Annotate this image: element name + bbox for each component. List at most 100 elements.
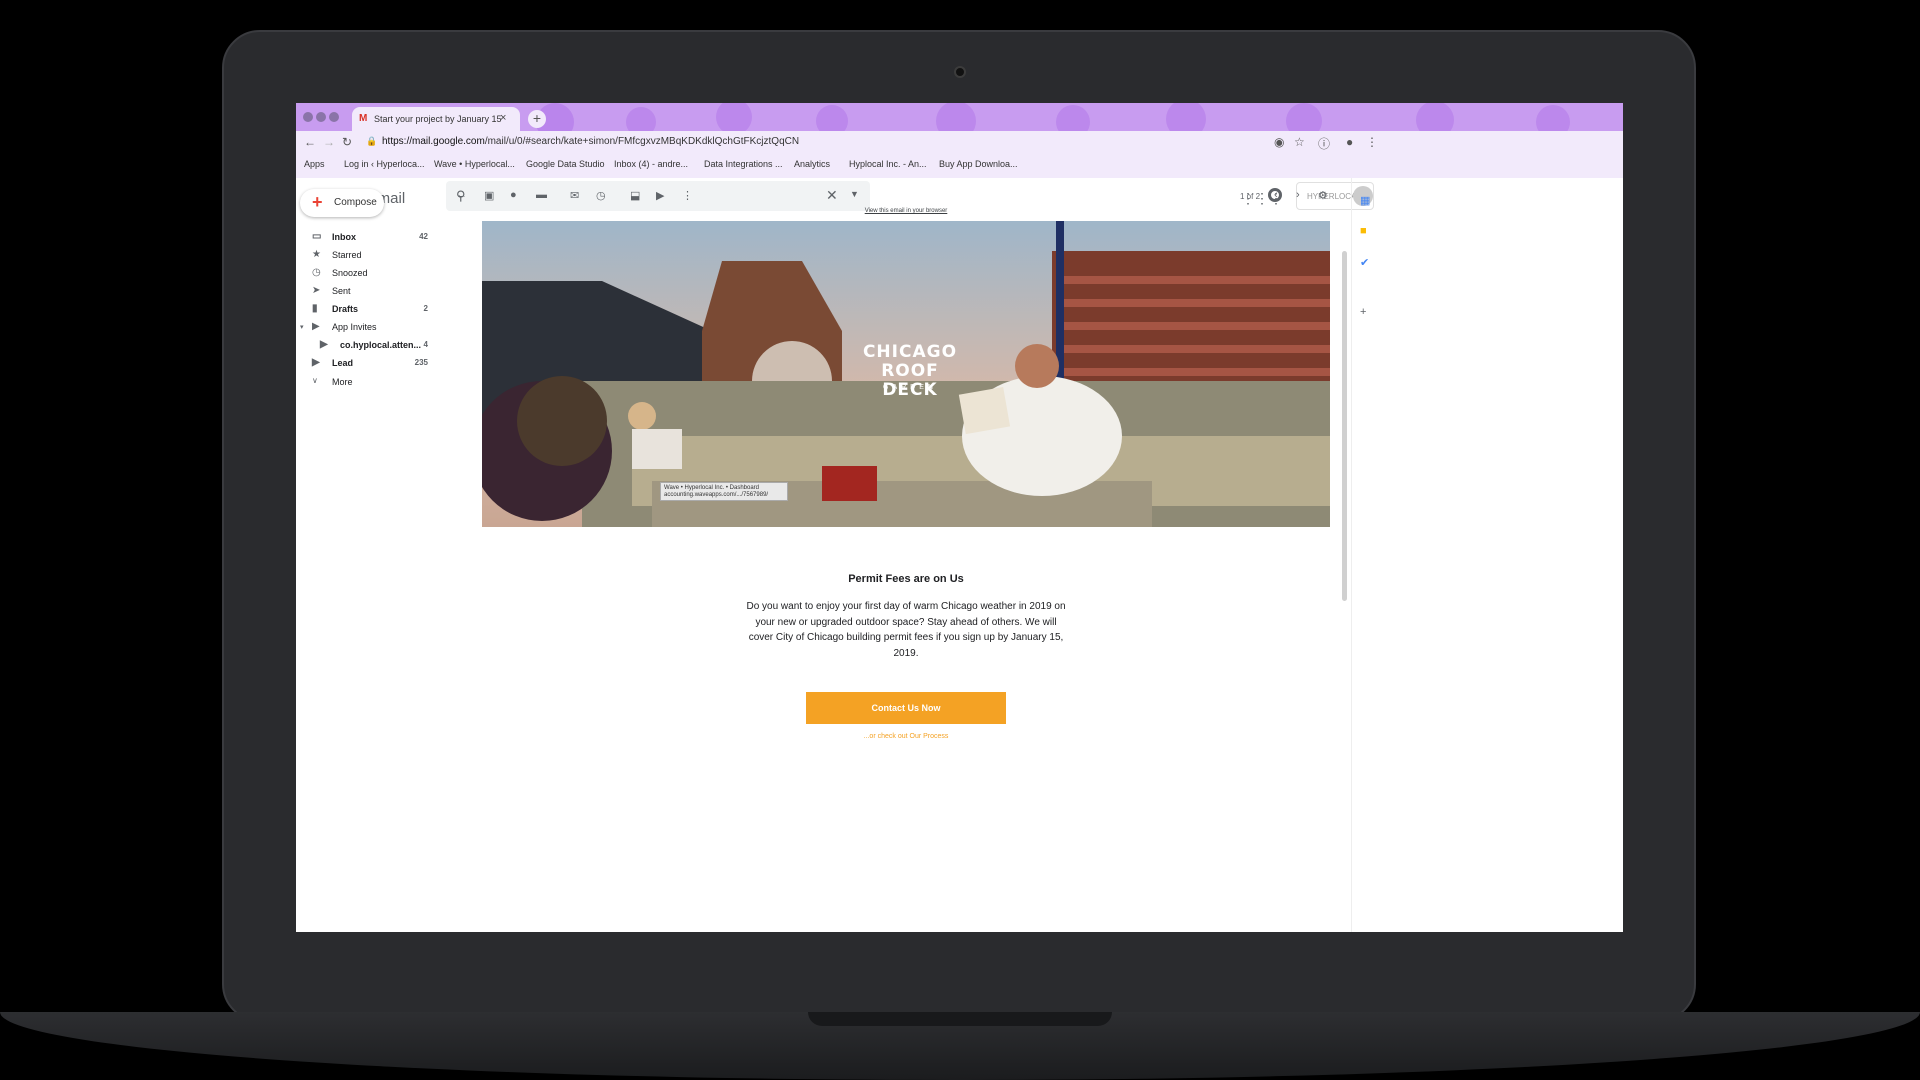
email-heading: Permit Fees are on Us [848,573,964,585]
tab-close-icon[interactable]: × [500,112,506,124]
lock-icon: 🔒 [366,136,378,146]
reload-icon[interactable]: ↻ [342,135,352,149]
hero-subtitle: GARDEN [883,384,937,391]
sidebar-item-label: More [332,377,353,387]
webcam [954,66,966,78]
url-field[interactable]: https://mail.google.com/mail/u/0/#search… [382,134,1382,150]
sidebar-item-label: Starred [332,250,362,260]
sidebar-item-count: 235 [414,358,428,367]
archive-icon[interactable]: ▣ [484,189,494,202]
hero-title: CHICAGO ROOF DECK [862,342,958,400]
pagination-text: 1 of 2 [1240,192,1261,201]
sidebar-item-label: co.hyplocal.atten... [340,340,422,350]
sidebar-item-label: Drafts [332,304,359,314]
sidebar-item-more[interactable]: ∨ More [296,374,436,392]
sidebar-item-snoozed[interactable]: ◷ Snoozed [296,265,436,283]
compose-button[interactable]: + Compose [300,189,384,217]
sidebar-item-sent[interactable]: ➤ Sent [296,283,436,301]
address-bar-row: ← → ↻ 🔒 https://mail.google.com/mail/u/0… [296,131,1623,153]
profile-icon[interactable]: ● [1346,135,1353,149]
chevron-down-icon: ∨ [312,376,318,385]
hero-image: CHICAGO ROOF DECK GARDEN Wave • Hyperloc… [482,221,1330,527]
delete-icon[interactable]: ▬ [536,189,547,201]
bookmark-item[interactable]: Wave • Hyperlocal... [434,159,515,169]
tasks-icon[interactable]: ✔ [1360,256,1369,269]
report-spam-icon[interactable]: ● [510,189,517,201]
draft-icon: ▮ [312,303,318,314]
clear-search-icon[interactable]: ✕ [826,187,838,204]
bookmark-item[interactable]: Buy App Downloa... [939,159,1018,169]
laptop-notch [808,1012,1112,1026]
sidebar-item-drafts[interactable]: ▮ Drafts 2 [296,301,436,319]
sidebar-item-app-invites[interactable]: ▾ ▶ App Invites [296,319,436,337]
bookmark-item[interactable]: Inbox (4) - andre... [614,159,688,169]
link-tooltip: Wave • Hyperlocal Inc. • Dashboard accou… [660,482,788,501]
sidebar-item-label: Lead [332,358,354,368]
mark-unread-icon[interactable]: ✉ [570,189,579,202]
view-in-browser-link[interactable]: View this email in your browser [856,208,956,214]
label-icon: ▶ [312,321,320,332]
new-tab-button[interactable]: + [528,110,546,128]
eye-icon[interactable]: ◉ [1274,135,1284,149]
inbox-icon: ▭ [312,231,322,242]
window-maximize-button[interactable] [329,112,339,122]
star-icon: ★ [312,249,321,260]
browser-chrome: M Start your project by January 15 × + ←… [296,103,1623,178]
browser-menu-icon[interactable]: ⋮ [1366,135,1378,149]
bookmark-item[interactable]: Hyplocal Inc. - An... [849,159,927,169]
sidebar-item-count: 2 [423,304,428,313]
bookmark-apps[interactable]: Apps [304,159,325,169]
bookmark-item[interactable]: Log in ‹ Hyperloca... [344,159,425,169]
window-close-button[interactable] [303,112,313,122]
label-icon: ▶ [320,339,328,350]
sidebar-item-inbox[interactable]: ▭ Inbox 42 [296,229,436,247]
contact-us-button[interactable]: Contact Us Now [806,692,1006,724]
back-to-list-icon[interactable]: ← [456,189,467,201]
move-to-icon[interactable]: ⬓ [630,189,640,202]
clock-icon: ◷ [312,267,321,278]
sidebar-item-label: App Invites [332,322,377,332]
url-path: /mail/u/0/#search/kate+simon/FMfcgxvzMBq… [484,136,800,147]
sidebar-item-lead[interactable]: ▶ Lead 235 [296,355,436,373]
bookmark-item[interactable]: Analytics [794,159,830,169]
newer-icon[interactable]: ‹ [1274,189,1278,201]
sidebar-item-co-hyplocal[interactable]: ▶ co.hyplocal.atten... 4 [296,337,436,355]
bookmark-item[interactable]: Google Data Studio [526,159,605,169]
sidebar-item-starred[interactable]: ★ Starred [296,247,436,265]
compose-label: Compose [334,197,377,208]
expand-arrow-icon[interactable]: ▾ [300,323,304,331]
screen: M Start your project by January 15 × + ←… [296,103,1623,932]
browser-tab[interactable]: M Start your project by January 15 × [352,107,520,131]
bookmark-item[interactable]: Data Integrations ... [704,159,783,169]
vertical-scrollbar[interactable] [1342,251,1347,601]
add-addon-icon[interactable]: + [1360,306,1366,318]
label-icon: ▶ [312,357,320,368]
compose-plus-icon: + [312,192,323,212]
extension-icon[interactable]: ⓘ [1318,135,1330,152]
gmail-header: M Gmail ⚲ ✕ ▼ ⋮⋮⋮ HYPERLOCAL [296,178,1623,218]
settings-gear-icon[interactable]: ⚙ [1318,189,1328,202]
sidebar-item-count: 42 [419,232,428,241]
send-icon: ➤ [312,285,321,296]
labels-icon[interactable]: ▶ [656,189,664,202]
keep-icon[interactable]: ■ [1360,225,1367,237]
sidebar-item-label: Inbox [332,232,356,242]
snooze-icon[interactable]: ◷ [596,189,606,202]
our-process-link[interactable]: ...or check out Our Process [806,733,1006,740]
side-panel: ▦ ■ ✔ + [1351,178,1383,932]
older-icon[interactable]: › [1296,189,1300,201]
gmail-favicon-icon: M [359,113,368,124]
bookmarks-bar: Apps Log in ‹ Hyperloca... Wave • Hyperl… [296,153,1623,178]
bookmark-star-icon[interactable]: ☆ [1294,135,1305,149]
search-options-icon[interactable]: ▼ [850,189,859,199]
url-host: https://mail.google.com [382,136,485,147]
sidebar-item-count: 4 [423,340,428,349]
more-options-icon[interactable]: ⋮ [682,189,693,202]
email-body-text: Do you want to enjoy your first day of w… [746,601,1066,659]
window-minimize-button[interactable] [316,112,326,122]
sidebar-item-label: Sent [332,286,351,296]
tab-title: Start your project by January 15 [374,114,502,124]
calendar-icon[interactable]: ▦ [1360,194,1370,207]
back-icon[interactable]: ← [304,135,316,149]
forward-icon[interactable]: → [323,135,335,149]
